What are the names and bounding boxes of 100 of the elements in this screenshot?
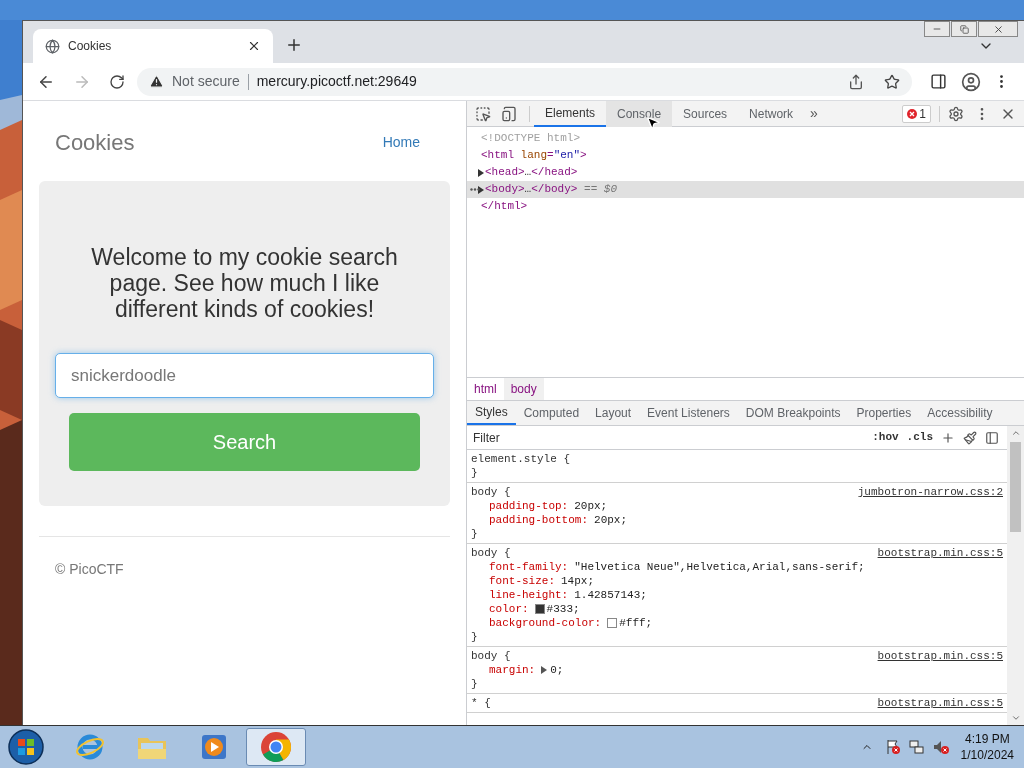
cookie-search-field[interactable]: snickerdoodle xyxy=(55,353,434,398)
color-swatch[interactable] xyxy=(534,604,545,614)
filter-toggle[interactable]: .cls xyxy=(906,429,933,446)
css-value: 20px; xyxy=(574,499,608,513)
closing-brace: } xyxy=(471,630,479,644)
device-toolbar-icon[interactable] xyxy=(501,105,517,122)
source-link[interactable]: jumbotron-narrow.css:2 xyxy=(857,485,1003,499)
css-property: line-height: xyxy=(489,588,569,602)
css-selector: body { xyxy=(471,649,511,663)
source-link[interactable]: bootstrap.min.css:5 xyxy=(877,546,1003,560)
muted-volume-icon[interactable] xyxy=(932,739,949,755)
more-tabs-button[interactable]: » xyxy=(810,103,818,124)
css-selector: element.style { xyxy=(471,452,571,466)
closing-brace: } xyxy=(471,527,479,541)
collapsed-triangle-icon[interactable] xyxy=(477,185,484,194)
dom-code: <!DOCTYPE html> xyxy=(481,131,581,147)
close-tab-icon[interactable] xyxy=(247,39,261,53)
closing-brace: } xyxy=(471,677,479,691)
styles-pane-tab[interactable]: Properties xyxy=(848,401,920,425)
css-value: 1.42857143; xyxy=(574,588,647,602)
ellipsis-icon xyxy=(470,188,480,191)
devtools-tab[interactable]: Network xyxy=(738,100,805,127)
dom-code: </html> xyxy=(481,199,528,215)
sidebar-toggle-icon[interactable] xyxy=(985,430,999,445)
media-player-icon xyxy=(201,734,227,760)
styles-pane-tab[interactable]: Layout xyxy=(587,401,640,425)
taskbar-app[interactable] xyxy=(246,728,306,766)
css-property: font-family: xyxy=(489,560,569,574)
clock-date: 1/10/2024 xyxy=(960,747,1014,763)
breadcrumb-item[interactable]: body xyxy=(503,378,544,400)
network-icon[interactable] xyxy=(908,739,925,755)
devtools-tab[interactable]: Sources xyxy=(672,100,739,127)
css-value: "Helvetica Neue",Helvetica,Arial,sans-serif; xyxy=(574,560,865,574)
scrollbar[interactable] xyxy=(1007,426,1024,725)
minimize-button[interactable] xyxy=(924,21,950,37)
source-link[interactable]: bootstrap.min.css:5 xyxy=(877,649,1003,663)
dom-code: <body>…</body> == $0 xyxy=(485,182,618,198)
close-icon xyxy=(992,23,1004,35)
filter-toggle[interactable]: :hov xyxy=(872,429,899,446)
styles-pane-tab[interactable]: Accessibility xyxy=(919,401,1001,425)
scroll-thumb[interactable] xyxy=(1010,442,1021,532)
welcome-heading: Welcome to my cookie search page. See how much I like different kinds of cookies! xyxy=(90,244,399,322)
scroll-down-icon[interactable] xyxy=(1010,713,1021,723)
dom-node[interactable]: <head>…</head> xyxy=(467,164,1024,181)
error-icon xyxy=(907,108,918,119)
styles-pane-tab[interactable]: DOM Breakpoints xyxy=(737,401,849,425)
css-value: 0; xyxy=(550,663,564,677)
collapsed-triangle-icon[interactable] xyxy=(477,168,484,177)
css-value: 20px; xyxy=(594,513,628,527)
css-property: padding-bottom: xyxy=(489,513,589,527)
chrome-icon xyxy=(260,731,292,763)
ie-icon xyxy=(75,732,105,762)
css-selector: * { xyxy=(471,696,491,710)
footer-text: © PicoCTF xyxy=(55,561,124,577)
inspect-icon[interactable] xyxy=(475,105,491,122)
styles-pane-tab[interactable]: Event Listeners xyxy=(639,401,738,425)
share-icon[interactable] xyxy=(848,73,864,90)
css-value: 14px; xyxy=(561,574,595,588)
address-bar[interactable]: Not secure mercury.picoctf.net:29649 xyxy=(137,67,912,96)
source-link[interactable]: bootstrap.min.css:5 xyxy=(877,696,1003,710)
clock-time: 4:19 PM xyxy=(964,731,1010,747)
css-property: padding-top: xyxy=(489,499,569,513)
start-button[interactable] xyxy=(6,727,46,767)
site-title: Cookies xyxy=(55,128,135,157)
security-label: Not secure xyxy=(172,72,240,91)
bookmark-icon[interactable] xyxy=(884,73,900,90)
styles-pane-tab[interactable]: Computed xyxy=(515,401,588,425)
side-panel-icon[interactable] xyxy=(930,73,947,90)
paintbrush-icon[interactable] xyxy=(963,430,977,445)
dom-node[interactable]: <html lang="en"> xyxy=(467,147,1024,164)
css-property: font-size: xyxy=(489,574,555,588)
error-counter[interactable]: 1 xyxy=(902,104,931,123)
breadcrumb-item[interactable]: html xyxy=(467,378,504,400)
reload-icon[interactable] xyxy=(109,73,125,90)
color-swatch[interactable] xyxy=(607,618,618,628)
dom-node[interactable]: <body>…</body> == $0 xyxy=(467,181,1024,198)
new-tab-icon[interactable] xyxy=(285,36,303,54)
dom-code: <html lang="en"> xyxy=(481,148,587,164)
expand-triangle-icon[interactable] xyxy=(541,666,548,674)
action-center-icon[interactable] xyxy=(884,739,901,755)
profile-icon[interactable] xyxy=(961,71,981,92)
new-rule-icon[interactable] xyxy=(941,430,955,445)
css-value: #333; xyxy=(546,602,580,616)
css-selector: body { xyxy=(471,485,511,499)
closing-brace: } xyxy=(471,466,479,480)
scroll-up-icon[interactable] xyxy=(1010,428,1021,438)
nav-link[interactable]: Home xyxy=(382,131,420,153)
css-property: background-color: xyxy=(489,616,602,630)
css-property: color: xyxy=(489,602,529,616)
browser-tab[interactable]: Cookies xyxy=(33,29,273,63)
css-selector: body { xyxy=(471,546,511,560)
css-value: #fff; xyxy=(619,616,653,630)
error-count: 1 xyxy=(919,105,926,123)
styles-pane-tab[interactable]: Styles xyxy=(467,401,516,425)
settings-icon[interactable] xyxy=(948,105,964,122)
tab-title: Cookies xyxy=(68,38,113,55)
globe-icon xyxy=(45,38,60,54)
warning-icon xyxy=(149,74,164,89)
css-property: margin: xyxy=(489,663,536,677)
dom-node[interactable]: </html> xyxy=(467,198,1024,215)
